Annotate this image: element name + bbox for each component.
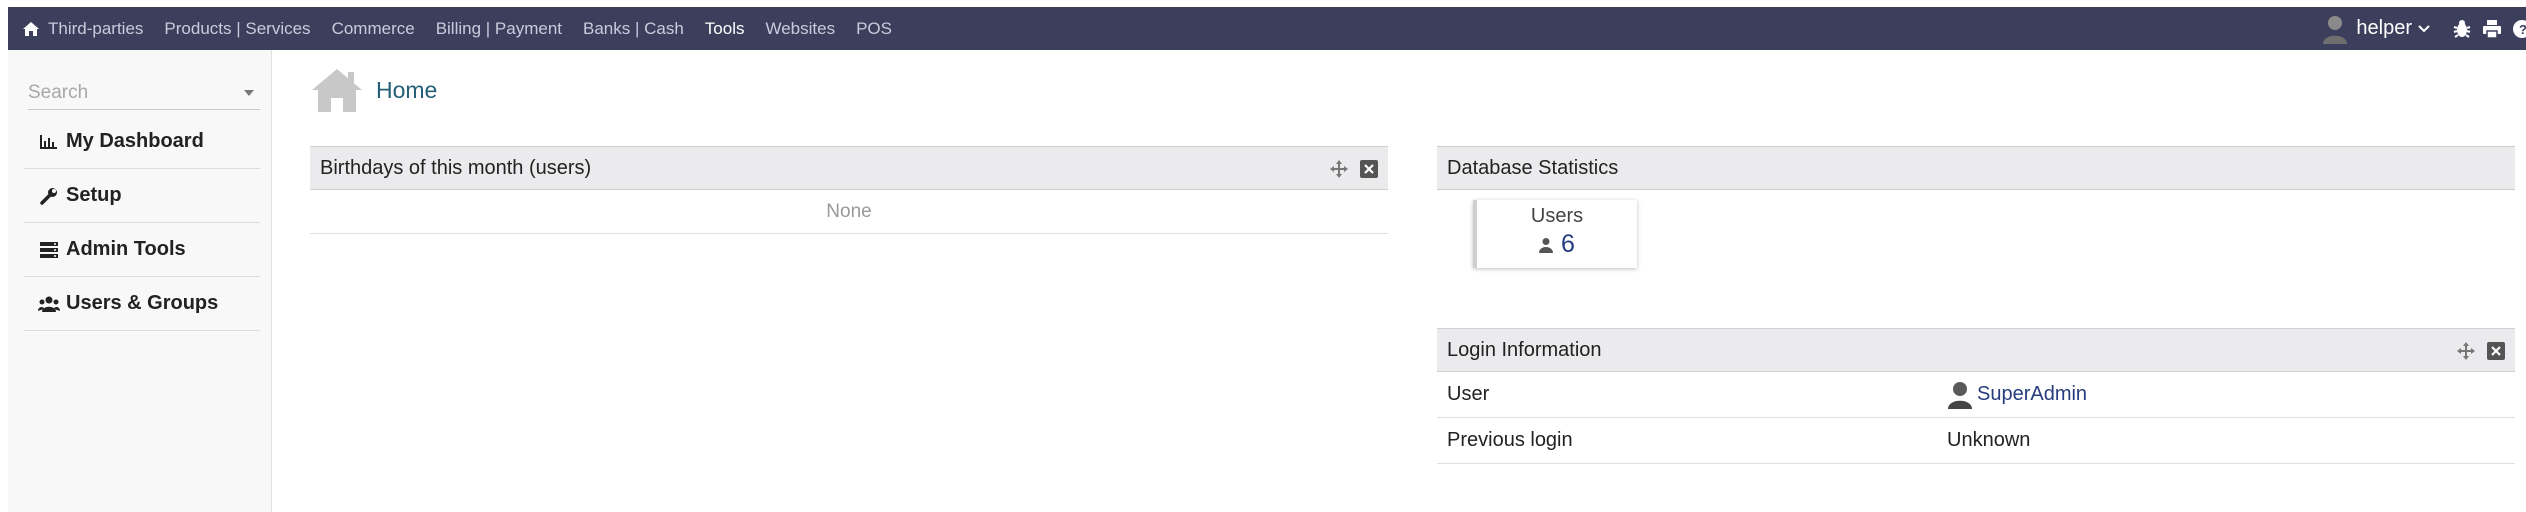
login-row-user: User SuperAdmin (1437, 372, 2515, 418)
user-link[interactable]: SuperAdmin (1977, 383, 2087, 406)
wrench-icon (38, 187, 60, 205)
menu-products-services[interactable]: Products | Services (164, 19, 310, 39)
menu-tools[interactable]: Tools (705, 19, 745, 39)
user-avatar-icon (2323, 15, 2348, 44)
users-icon (38, 295, 60, 313)
user-avatar-icon (1948, 381, 1972, 409)
login-information-box: Login Information User SuperAdmin Previo… (1437, 328, 2515, 464)
sidebar-item-label: Users & Groups (66, 292, 219, 314)
username: helper (2356, 17, 2412, 39)
dropdown-caret-icon[interactable] (244, 90, 254, 96)
menu-billing-payment[interactable]: Billing | Payment (436, 19, 562, 39)
bug-icon[interactable] (2452, 19, 2472, 39)
user-menu[interactable]: helper (2322, 14, 2430, 44)
sidebar-item-setup[interactable]: Setup (24, 169, 260, 223)
box-header: Database Statistics (1437, 146, 2515, 190)
chevron-down-icon (2418, 24, 2430, 32)
search-combo[interactable] (28, 78, 260, 110)
home-icon (23, 21, 39, 36)
box-title: Login Information (1447, 338, 1602, 361)
empty-text: None (310, 190, 1388, 234)
menu-commerce[interactable]: Commerce (332, 19, 415, 39)
sidebar-item-label: Setup (66, 184, 122, 206)
stat-value: 6 (1561, 230, 1575, 258)
move-icon[interactable] (2457, 342, 2475, 360)
top-navbar: Third-parties Products | Services Commer… (8, 7, 2526, 50)
bar-chart-icon (38, 133, 60, 151)
main-menu: Third-parties Products | Services Commer… (48, 7, 913, 50)
sidebar-item-my-dashboard[interactable]: My Dashboard (24, 115, 260, 169)
user-icon (1539, 237, 1554, 253)
page-heading: Home (310, 66, 437, 114)
sidebar-item-label: Admin Tools (66, 238, 186, 260)
menu-banks-cash[interactable]: Banks | Cash (583, 19, 684, 39)
box-title: Birthdays of this month (users) (320, 156, 592, 179)
box-header: Login Information (1437, 328, 2515, 372)
database-statistics-box: Database Statistics Users 6 (1437, 146, 2515, 272)
sidebar-item-admin-tools[interactable]: Admin Tools (24, 223, 260, 277)
row-value: Unknown (1947, 429, 2031, 451)
box-title: Database Statistics (1447, 156, 1619, 179)
svg-text:?: ? (2519, 22, 2526, 37)
box-header: Birthdays of this month (users) (310, 146, 1388, 190)
stat-label: Users (1530, 205, 1584, 227)
home-button[interactable] (14, 7, 48, 50)
login-row-previous-login: Previous login Unknown (1437, 418, 2515, 464)
row-label: Previous login (1447, 429, 1573, 451)
left-sidebar: My Dashboard Setup Admin Tools Users & G… (8, 50, 272, 512)
birthdays-box: Birthdays of this month (users) None (310, 146, 1388, 234)
close-box-icon[interactable] (2487, 342, 2505, 360)
close-box-icon[interactable] (1360, 160, 1378, 178)
server-icon (38, 241, 60, 259)
search-input[interactable] (28, 78, 228, 108)
home-icon (312, 69, 362, 112)
row-label: User (1447, 383, 1490, 405)
menu-websites[interactable]: Websites (765, 19, 835, 39)
sidebar-nav: My Dashboard Setup Admin Tools Users & G… (24, 115, 260, 331)
help-icon[interactable]: ? (2512, 19, 2526, 39)
sidebar-item-users-groups[interactable]: Users & Groups (24, 277, 260, 331)
menu-pos[interactable]: POS (856, 19, 892, 39)
move-icon[interactable] (1330, 160, 1348, 178)
users-stat-card[interactable]: Users 6 (1473, 200, 1637, 268)
page-title: Home (376, 76, 438, 103)
sidebar-item-label: My Dashboard (66, 130, 204, 152)
menu-third-parties[interactable]: Third-parties (48, 19, 143, 39)
print-icon[interactable] (2482, 19, 2502, 39)
